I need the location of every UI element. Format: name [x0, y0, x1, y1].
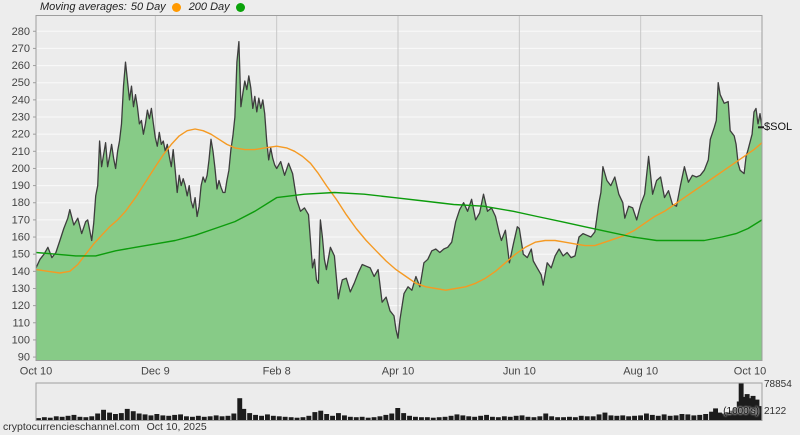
ma-legend: Moving averages: 50 Day 200 Day	[40, 1, 253, 13]
svg-text:180: 180	[12, 197, 30, 209]
watermark: cryptocurrencieschannel.com Oct 10, 2025	[3, 421, 207, 433]
svg-text:190: 190	[12, 180, 30, 192]
svg-text:Oct 10: Oct 10	[20, 366, 52, 378]
svg-text:90: 90	[18, 352, 30, 364]
svg-text:Feb 8: Feb 8	[263, 366, 291, 378]
svg-text:170: 170	[12, 214, 30, 226]
svg-text:Oct 10: Oct 10	[734, 366, 766, 378]
svg-text:Aug 10: Aug 10	[623, 366, 658, 378]
volume-max-label: 78854	[764, 379, 792, 390]
svg-text:140: 140	[12, 266, 30, 278]
legend-ma200-label: 200 Day	[188, 1, 230, 13]
svg-text:100: 100	[12, 334, 30, 346]
volume-units-label: (1000's)	[723, 406, 759, 417]
symbol-label: $SOL	[764, 121, 793, 133]
price-volume-chart: 280 270 260 250 240 230 220 210 200 190 180 170 160 1…	[12, 15, 766, 421]
watermark-date: Oct 10, 2025	[146, 421, 207, 433]
legend-ma50-label: 50 Day	[130, 1, 166, 13]
svg-text:220: 220	[12, 129, 30, 141]
legend-title: Moving averages:	[40, 1, 127, 13]
volume-min-label: 2122	[764, 406, 787, 417]
svg-text:200: 200	[12, 163, 30, 175]
svg-text:Jun 10: Jun 10	[503, 366, 536, 378]
svg-text:150: 150	[12, 249, 30, 261]
chart-page: 280 270 260 250 240 230 220 210 200 190 180 170 160 1…	[0, 0, 800, 435]
svg-text:160: 160	[12, 232, 30, 244]
svg-text:Dec 9: Dec 9	[141, 366, 170, 378]
ma200-dot-icon	[235, 2, 245, 12]
svg-text:280: 280	[12, 26, 30, 38]
svg-text:230: 230	[12, 112, 30, 124]
svg-text:250: 250	[12, 77, 30, 89]
ma50-dot-icon	[171, 2, 181, 12]
svg-text:260: 260	[12, 60, 30, 72]
svg-text:240: 240	[12, 94, 30, 106]
watermark-site: cryptocurrencieschannel.com	[3, 421, 140, 433]
svg-text:120: 120	[12, 300, 30, 312]
svg-text:210: 210	[12, 146, 30, 158]
svg-text:110: 110	[12, 317, 30, 329]
svg-text:Apr 10: Apr 10	[382, 366, 414, 378]
svg-text:130: 130	[12, 283, 30, 295]
svg-text:270: 270	[12, 43, 30, 55]
